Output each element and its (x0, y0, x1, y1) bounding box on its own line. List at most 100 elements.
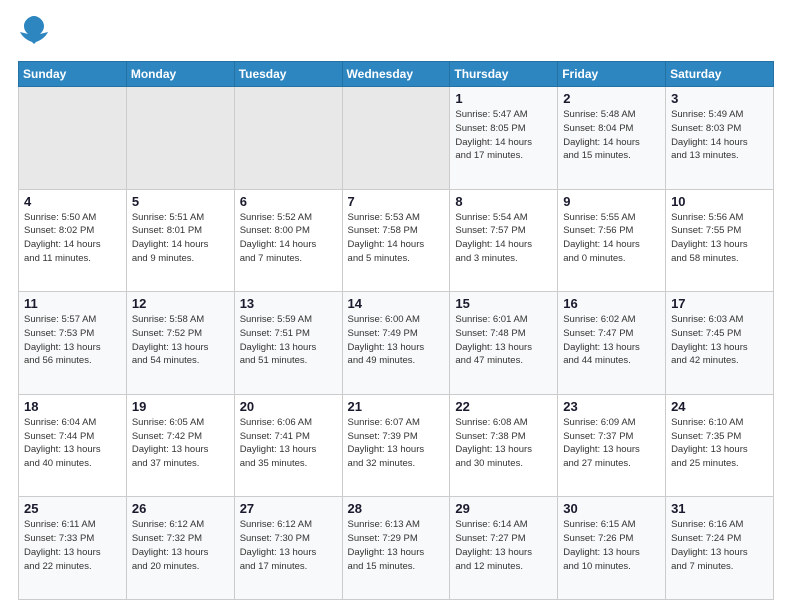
day-info: Sunrise: 6:08 AM Sunset: 7:38 PM Dayligh… (455, 416, 552, 471)
calendar-cell: 17Sunrise: 6:03 AM Sunset: 7:45 PM Dayli… (666, 292, 774, 395)
weekday-header: Sunday (19, 62, 127, 87)
page: SundayMondayTuesdayWednesdayThursdayFrid… (0, 0, 792, 612)
calendar-cell (126, 87, 234, 190)
day-info: Sunrise: 5:56 AM Sunset: 7:55 PM Dayligh… (671, 211, 768, 266)
day-info: Sunrise: 6:07 AM Sunset: 7:39 PM Dayligh… (348, 416, 445, 471)
day-info: Sunrise: 6:14 AM Sunset: 7:27 PM Dayligh… (455, 518, 552, 573)
day-info: Sunrise: 6:12 AM Sunset: 7:30 PM Dayligh… (240, 518, 337, 573)
calendar-cell: 13 Sunrise: 5:59 AM Sunset: 7:51 PM Dayli… (234, 292, 342, 395)
calendar-cell: 9 Sunrise: 5:55 AM Sunset: 7:56 PM Daylig… (558, 189, 666, 292)
day-number: 6 (240, 194, 337, 209)
day-number: 24 (671, 399, 768, 414)
day-number: 4 (24, 194, 121, 209)
day-number: 15 (455, 296, 552, 311)
calendar-cell: 23 Sunrise: 6:09 AM Sunset: 7:37 PM Dayli… (558, 394, 666, 497)
calendar-cell: 31 Sunrise: 6:16 AM Sunset: 7:24 PM Dayli… (666, 497, 774, 600)
day-info: Sunrise: 5:58 AM Sunset: 7:52 PM Dayligh… (132, 313, 229, 368)
calendar-cell: 22 Sunrise: 6:08 AM Sunset: 7:38 PM Dayli… (450, 394, 558, 497)
day-info: Sunrise: 5:55 AM Sunset: 7:56 PM Dayligh… (563, 211, 660, 266)
day-number: 20 (240, 399, 337, 414)
day-number: 9 (563, 194, 660, 209)
day-info: Sunrise: 5:51 AM Sunset: 8:01 PM Dayligh… (132, 211, 229, 266)
calendar-cell: 5 Sunrise: 5:51 AM Sunset: 8:01 PM Daylig… (126, 189, 234, 292)
day-number: 16 (563, 296, 660, 311)
day-info: Sunrise: 5:54 AM Sunset: 7:57 PM Dayligh… (455, 211, 552, 266)
weekday-header: Friday (558, 62, 666, 87)
day-number: 14 (348, 296, 445, 311)
day-info: Sunrise: 6:16 AM Sunset: 7:24 PM Dayligh… (671, 518, 768, 573)
calendar-header-row: SundayMondayTuesdayWednesdayThursdayFrid… (19, 62, 774, 87)
calendar-cell: 18 Sunrise: 6:04 AM Sunset: 7:44 PM Dayli… (19, 394, 127, 497)
calendar-week-row: 25Sunrise: 6:11 AM Sunset: 7:33 PM Dayli… (19, 497, 774, 600)
calendar-cell: 27 Sunrise: 6:12 AM Sunset: 7:30 PM Dayli… (234, 497, 342, 600)
calendar-cell: 24 Sunrise: 6:10 AM Sunset: 7:35 PM Dayli… (666, 394, 774, 497)
weekday-header: Tuesday (234, 62, 342, 87)
day-number: 5 (132, 194, 229, 209)
day-info: Sunrise: 6:13 AM Sunset: 7:29 PM Dayligh… (348, 518, 445, 573)
calendar-week-row: 11 Sunrise: 5:57 AM Sunset: 7:53 PM Dayli… (19, 292, 774, 395)
calendar-cell: 15 Sunrise: 6:01 AM Sunset: 7:48 PM Dayli… (450, 292, 558, 395)
day-info: Sunrise: 6:10 AM Sunset: 7:35 PM Dayligh… (671, 416, 768, 471)
day-number: 26 (132, 501, 229, 516)
calendar-cell (342, 87, 450, 190)
day-number: 18 (24, 399, 121, 414)
day-number: 29 (455, 501, 552, 516)
calendar-table: SundayMondayTuesdayWednesdayThursdayFrid… (18, 61, 774, 600)
day-info: Sunrise: 6:15 AM Sunset: 7:26 PM Dayligh… (563, 518, 660, 573)
calendar-cell (234, 87, 342, 190)
calendar-cell: 6 Sunrise: 5:52 AM Sunset: 8:00 PM Daylig… (234, 189, 342, 292)
weekday-header: Monday (126, 62, 234, 87)
day-number: 17 (671, 296, 768, 311)
day-number: 22 (455, 399, 552, 414)
day-info: Sunrise: 5:59 AM Sunset: 7:51 PM Dayligh… (240, 313, 337, 368)
weekday-header: Wednesday (342, 62, 450, 87)
day-info: Sunrise: 6:04 AM Sunset: 7:44 PM Dayligh… (24, 416, 121, 471)
day-info: Sunrise: 5:48 AM Sunset: 8:04 PM Dayligh… (563, 108, 660, 163)
day-info: Sunrise: 6:05 AM Sunset: 7:42 PM Dayligh… (132, 416, 229, 471)
day-info: Sunrise: 5:50 AM Sunset: 8:02 PM Dayligh… (24, 211, 121, 266)
day-number: 12 (132, 296, 229, 311)
calendar-cell: 7Sunrise: 5:53 AM Sunset: 7:58 PM Daylig… (342, 189, 450, 292)
calendar-cell: 21 Sunrise: 6:07 AM Sunset: 7:39 PM Dayli… (342, 394, 450, 497)
day-number: 11 (24, 296, 121, 311)
day-number: 27 (240, 501, 337, 516)
logo-bird-icon (20, 14, 48, 51)
day-number: 25 (24, 501, 121, 516)
day-number: 28 (348, 501, 445, 516)
calendar-cell: 12 Sunrise: 5:58 AM Sunset: 7:52 PM Dayli… (126, 292, 234, 395)
day-info: Sunrise: 6:12 AM Sunset: 7:32 PM Dayligh… (132, 518, 229, 573)
calendar-cell: 1 Sunrise: 5:47 AM Sunset: 8:05 PM Daylig… (450, 87, 558, 190)
day-number: 1 (455, 91, 552, 106)
calendar-cell (19, 87, 127, 190)
calendar-cell: 28 Sunrise: 6:13 AM Sunset: 7:29 PM Dayli… (342, 497, 450, 600)
calendar-cell: 29 Sunrise: 6:14 AM Sunset: 7:27 PM Dayli… (450, 497, 558, 600)
day-info: Sunrise: 6:09 AM Sunset: 7:37 PM Dayligh… (563, 416, 660, 471)
day-number: 10 (671, 194, 768, 209)
day-info: Sunrise: 6:00 AM Sunset: 7:49 PM Dayligh… (348, 313, 445, 368)
day-info: Sunrise: 6:02 AM Sunset: 7:47 PM Dayligh… (563, 313, 660, 368)
calendar-cell: 2Sunrise: 5:48 AM Sunset: 8:04 PM Daylig… (558, 87, 666, 190)
calendar-body: 1 Sunrise: 5:47 AM Sunset: 8:05 PM Daylig… (19, 87, 774, 600)
day-number: 23 (563, 399, 660, 414)
calendar-week-row: 18 Sunrise: 6:04 AM Sunset: 7:44 PM Dayli… (19, 394, 774, 497)
calendar-cell: 19 Sunrise: 6:05 AM Sunset: 7:42 PM Dayli… (126, 394, 234, 497)
day-number: 21 (348, 399, 445, 414)
calendar-cell: 30Sunrise: 6:15 AM Sunset: 7:26 PM Dayli… (558, 497, 666, 600)
day-info: Sunrise: 5:47 AM Sunset: 8:05 PM Dayligh… (455, 108, 552, 163)
weekday-header: Thursday (450, 62, 558, 87)
header (18, 18, 774, 51)
day-info: Sunrise: 6:06 AM Sunset: 7:41 PM Dayligh… (240, 416, 337, 471)
day-info: Sunrise: 6:01 AM Sunset: 7:48 PM Dayligh… (455, 313, 552, 368)
day-number: 19 (132, 399, 229, 414)
calendar-week-row: 4 Sunrise: 5:50 AM Sunset: 8:02 PM Daylig… (19, 189, 774, 292)
day-info: Sunrise: 5:52 AM Sunset: 8:00 PM Dayligh… (240, 211, 337, 266)
day-number: 31 (671, 501, 768, 516)
day-info: Sunrise: 5:57 AM Sunset: 7:53 PM Dayligh… (24, 313, 121, 368)
logo (18, 18, 48, 51)
day-number: 3 (671, 91, 768, 106)
calendar-cell: 11 Sunrise: 5:57 AM Sunset: 7:53 PM Dayli… (19, 292, 127, 395)
day-number: 8 (455, 194, 552, 209)
day-number: 13 (240, 296, 337, 311)
day-info: Sunrise: 5:49 AM Sunset: 8:03 PM Dayligh… (671, 108, 768, 163)
calendar-cell: 20 Sunrise: 6:06 AM Sunset: 7:41 PM Dayli… (234, 394, 342, 497)
